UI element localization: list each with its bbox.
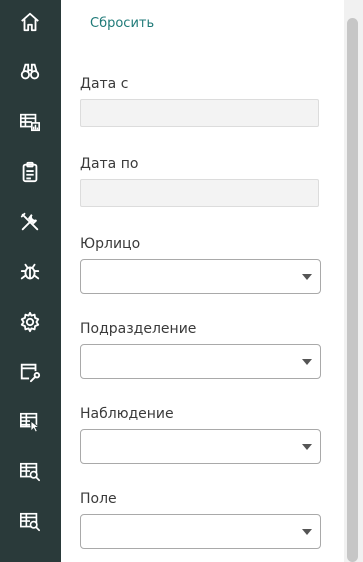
clipboard-icon[interactable] xyxy=(16,158,44,186)
tools-icon[interactable] xyxy=(16,208,44,236)
table-search-icon[interactable] xyxy=(16,458,44,486)
chevron-down-icon[interactable] xyxy=(302,359,312,365)
observation-select[interactable] xyxy=(80,429,321,464)
table-cursor-icon[interactable] xyxy=(16,408,44,436)
gear-icon[interactable] xyxy=(16,308,44,336)
binoculars-icon[interactable] xyxy=(16,58,44,86)
field-label: Поле xyxy=(80,491,117,507)
observation-label: Наблюдение xyxy=(80,406,174,422)
filter-panel: Сбросить Дата с Дата по Юрлицо Подраздел… xyxy=(61,0,344,562)
reset-link[interactable]: Сбросить xyxy=(90,16,154,31)
chevron-down-icon[interactable] xyxy=(302,529,312,535)
date-from-input[interactable] xyxy=(80,99,319,127)
chevron-down-icon[interactable] xyxy=(302,274,312,280)
date-to-input[interactable] xyxy=(80,179,319,207)
table-chart-icon[interactable] xyxy=(16,108,44,136)
bug-icon[interactable] xyxy=(16,258,44,286)
field-select[interactable] xyxy=(80,514,321,549)
chevron-down-icon[interactable] xyxy=(302,444,312,450)
date-from-label: Дата с xyxy=(80,76,129,92)
scrollbar-thumb[interactable] xyxy=(347,18,358,562)
sidebar xyxy=(0,0,61,562)
date-to-label: Дата по xyxy=(80,156,139,172)
table-search-icon[interactable] xyxy=(16,508,44,536)
home-icon[interactable] xyxy=(16,8,44,36)
department-select[interactable] xyxy=(80,344,321,379)
window-wrench-icon[interactable] xyxy=(16,358,44,386)
legal-entity-select[interactable] xyxy=(80,259,321,294)
legal-entity-label: Юрлицо xyxy=(80,236,141,252)
scrollbar-track[interactable] xyxy=(344,0,363,562)
department-label: Подразделение xyxy=(80,321,197,337)
